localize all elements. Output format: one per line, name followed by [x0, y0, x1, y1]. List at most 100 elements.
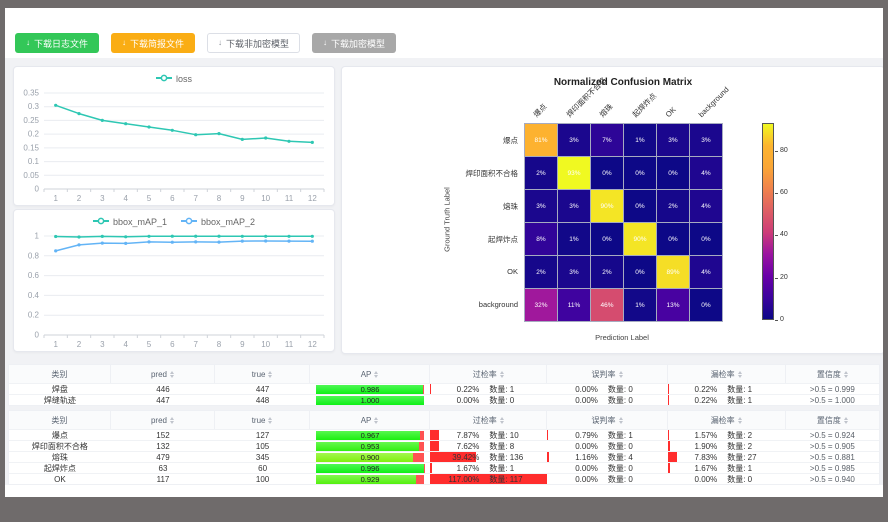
true-count-cell: 447 [215, 384, 310, 394]
sort-icon[interactable] [500, 371, 504, 378]
header-label: 漏检率 [711, 369, 735, 380]
download-button-3[interactable]: ↓下载非加密模型 [207, 33, 300, 53]
ap-bar: 0.929 [316, 475, 424, 484]
download-button-4[interactable]: ↓ 下载加密模型 [312, 33, 396, 53]
misjudge-rate-cell: 0.79%数量: 1 [547, 430, 667, 440]
sort-caret-up [738, 417, 742, 420]
rate-percent: 1.57% [668, 431, 718, 440]
loss-chart-legend: loss [14, 71, 334, 87]
sort-caret-up [374, 371, 378, 374]
rate-percent: 0.00% [547, 475, 597, 484]
legend-marker-icon [93, 217, 109, 227]
rate-count: 数量: 4 [598, 452, 668, 462]
column-header-AP[interactable]: AP [310, 365, 430, 383]
download-button-1[interactable]: ↓下载日志文件 [15, 33, 99, 53]
column-header-置信度[interactable]: 置信度 [786, 365, 879, 383]
sort-icon[interactable] [738, 371, 742, 378]
download-icon: ↓ [323, 39, 327, 47]
matrix-cell: 2% [525, 157, 557, 189]
column-header-误判率[interactable]: 误判率 [547, 365, 667, 383]
column-header-过检率[interactable]: 过检率 [430, 365, 547, 383]
confidence-cell: >0.5 = 1.000 [786, 395, 879, 405]
sort-caret-down [619, 421, 623, 424]
matrix-cell: 0% [690, 289, 722, 321]
sort-icon[interactable] [619, 371, 623, 378]
rate-percent: 0.22% [668, 396, 718, 405]
pred-count-cell: 117 [111, 474, 215, 484]
header-label: true [252, 416, 266, 425]
sort-caret-up [844, 371, 848, 374]
sort-icon[interactable] [268, 371, 272, 378]
matrix-cell: 46% [591, 289, 623, 321]
table-row: 爆点1521270.9677.87%数量: 100.79%数量: 11.57%数… [9, 429, 879, 440]
legend-item-bbox_mAP_2[interactable]: bbox_mAP_2 [181, 217, 255, 227]
column-header-true[interactable]: true [215, 411, 310, 429]
download-icon: ↓ [26, 39, 30, 47]
class-name-cell: 焊缝轨迹 [9, 395, 111, 405]
column-header-漏检率[interactable]: 漏检率 [668, 411, 786, 429]
column-header-误判率[interactable]: 误判率 [547, 411, 667, 429]
confusion-matrix: 81%3%7%1%3%3%2%93%0%0%0%4%3%3%90%0%2%4%8… [524, 123, 723, 322]
svg-text:0.2: 0.2 [28, 311, 40, 320]
table-row: 焊印面积不合格1321050.9537.62%数量: 80.00%数量: 01.… [9, 440, 879, 451]
header-label: 漏检率 [711, 415, 735, 426]
svg-text:6: 6 [170, 194, 175, 203]
sort-caret-down [844, 421, 848, 424]
column-header-pred[interactable]: pred [111, 411, 215, 429]
true-count-cell: 127 [215, 430, 310, 440]
svg-text:1: 1 [35, 232, 40, 241]
colorbar-tick-label: 0 [780, 316, 784, 323]
toolbar: ↓下载日志文件↓下载简报文件↓下载非加密模型↓下载加密模型 [5, 8, 883, 58]
matrix-cell: 3% [558, 124, 590, 156]
misjudge-rate-cell: 0.00%数量: 0 [547, 463, 667, 473]
ap-value: 0.967 [316, 431, 424, 440]
sort-icon[interactable] [268, 417, 272, 424]
matrix-cell: 4% [690, 190, 722, 222]
button-label: 下载简报文件 [130, 37, 184, 50]
svg-text:3: 3 [100, 340, 105, 349]
colorbar-tick [775, 320, 778, 321]
rate-count: 数量: 1 [479, 384, 547, 394]
svg-text:2: 2 [77, 340, 82, 349]
true-count-cell: 448 [215, 395, 310, 405]
rate-percent: 0.00% [547, 396, 597, 405]
rate-count: 数量: 0 [598, 441, 668, 451]
sort-icon[interactable] [374, 371, 378, 378]
sort-caret-up [374, 417, 378, 420]
rate-count: 数量: 117 [479, 474, 547, 484]
colorbar-tick-label: 40 [780, 231, 788, 238]
download-button-2[interactable]: ↓下载简报文件 [111, 33, 195, 53]
header-label: 过检率 [473, 369, 497, 380]
sort-caret-up [738, 371, 742, 374]
colorbar-tick [775, 235, 778, 236]
miss-rate-cell: 7.83%数量: 27 [668, 452, 786, 462]
sort-icon[interactable] [500, 417, 504, 424]
legend-item-loss[interactable]: loss [156, 74, 192, 84]
column-header-pred[interactable]: pred [111, 365, 215, 383]
sort-icon[interactable] [374, 417, 378, 424]
matrix-cell: 3% [558, 256, 590, 288]
column-header-AP[interactable]: AP [310, 411, 430, 429]
matrix-cell: 0% [591, 223, 623, 255]
column-header-class: 类别 [9, 365, 111, 383]
sort-icon[interactable] [619, 417, 623, 424]
ap-cell: 1.000 [310, 395, 430, 405]
header-label: AP [361, 370, 372, 379]
colorbar-tick-label: 20 [780, 274, 788, 281]
sort-icon[interactable] [170, 371, 174, 378]
column-header-置信度[interactable]: 置信度 [786, 411, 879, 429]
pred-count-cell: 479 [111, 452, 215, 462]
sort-icon[interactable] [844, 417, 848, 424]
sort-icon[interactable] [738, 417, 742, 424]
column-header-true[interactable]: true [215, 365, 310, 383]
button-label: 下载加密模型 [331, 37, 385, 50]
class-name-cell: OK [9, 474, 111, 484]
column-header-过检率[interactable]: 过检率 [430, 411, 547, 429]
sort-icon[interactable] [170, 417, 174, 424]
legend-marker-icon [181, 217, 197, 227]
legend-item-bbox_mAP_1[interactable]: bbox_mAP_1 [93, 217, 167, 227]
column-header-漏检率[interactable]: 漏检率 [668, 365, 786, 383]
sort-icon[interactable] [844, 371, 848, 378]
pred-count-cell: 447 [111, 395, 215, 405]
svg-text:0.35: 0.35 [23, 89, 39, 98]
